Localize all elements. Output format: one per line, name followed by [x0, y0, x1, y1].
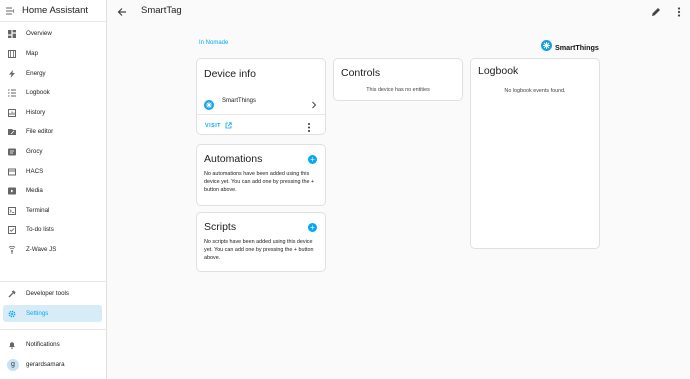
overview-icon	[7, 29, 16, 38]
sidebar-item-label: To-do lists	[26, 226, 54, 233]
visit-button[interactable]: VISIT	[205, 121, 232, 130]
device-info-card: Device info SmartThings VISIT	[196, 58, 326, 135]
automations-title: Automations	[204, 153, 263, 165]
card-divider	[197, 114, 325, 115]
device-info-title: Device info	[204, 68, 256, 80]
sidebar-item-label: Developer tools	[26, 290, 69, 297]
sidebar-item-label: History	[26, 109, 46, 116]
gear-icon	[7, 309, 16, 318]
pencil-icon[interactable]	[650, 5, 662, 17]
automations-card: Automations + No automations have been a…	[196, 144, 326, 206]
smartthings-logo: SmartThings	[541, 38, 599, 56]
sidebar-item-grocy[interactable]: Grocy	[3, 143, 102, 160]
file-editor-icon	[7, 127, 16, 136]
smartthings-icon	[204, 97, 214, 115]
todo-icon	[7, 225, 16, 234]
collapse-menu-icon[interactable]	[4, 5, 16, 17]
logbook-card: Logbook No logbook events found.	[470, 58, 600, 249]
sidebar-item-map[interactable]: Map	[3, 45, 102, 62]
controls-card: Controls This device has no entities	[333, 58, 463, 101]
map-icon	[7, 49, 16, 58]
bell-icon	[7, 340, 16, 349]
chevron-right-icon	[310, 97, 318, 115]
sidebar-item-hacs[interactable]: HACS	[3, 163, 102, 180]
sidebar-item-label: Z-Wave JS	[26, 246, 57, 253]
history-icon	[7, 108, 16, 117]
visit-label: VISIT	[205, 122, 221, 129]
sidebar-item-label: Notifications	[26, 341, 60, 348]
sidebar-item-developer-tools[interactable]: Developer tools	[3, 285, 102, 302]
scripts-title: Scripts	[204, 221, 237, 233]
sidebar-divider	[0, 281, 107, 282]
sidebar-item-label: File editor	[26, 128, 54, 135]
sidebar-item-overview[interactable]: Overview	[3, 25, 102, 42]
sidebar-item-label: Terminal	[26, 207, 50, 214]
sidebar-item-label: Overview	[26, 30, 52, 37]
area-link[interactable]: In Nomade	[199, 40, 228, 46]
brand-name: SmartThings	[555, 42, 599, 52]
logbook-empty-text: No logbook events found.	[504, 88, 566, 94]
sidebar-item-label: Media	[26, 187, 43, 194]
sidebar-item-media[interactable]: Media	[3, 182, 102, 199]
external-link-icon	[225, 122, 232, 129]
sidebar-item-profile[interactable]: g gerardsamara	[3, 356, 102, 373]
sidebar-item-zwave-js[interactable]: Z-Wave JS	[3, 241, 102, 258]
sidebar-item-todo-lists[interactable]: To-do lists	[3, 221, 102, 238]
more-vertical-icon[interactable]	[305, 120, 313, 138]
avatar: g	[7, 358, 19, 371]
sidebar: Home Assistant Overview Map Energy Logbo…	[0, 0, 107, 379]
sidebar-item-energy[interactable]: Energy	[3, 65, 102, 82]
sidebar-item-label: Logbook	[26, 89, 50, 96]
scripts-empty-text: No scripts have been added using this de…	[204, 239, 314, 262]
plus-icon: +	[310, 155, 315, 164]
sidebar-item-settings[interactable]: Settings	[3, 305, 102, 322]
sidebar-item-label: Energy	[26, 70, 46, 77]
sidebar-item-label: Settings	[26, 310, 49, 317]
sidebar-header: Home Assistant	[0, 0, 106, 22]
integration-row[interactable]: SmartThings	[197, 94, 325, 110]
page-title: SmartTag	[141, 5, 182, 16]
app-title: Home Assistant	[22, 5, 88, 16]
automations-empty-text: No automations have been added using thi…	[204, 171, 315, 194]
user-name: gerardsamara	[26, 361, 65, 368]
energy-icon	[7, 69, 16, 78]
terminal-icon	[7, 206, 16, 215]
top-bar: SmartTag	[108, 0, 690, 22]
sidebar-item-notifications[interactable]: Notifications	[3, 336, 102, 353]
sidebar-item-label: Grocy	[26, 148, 43, 155]
plus-icon: +	[310, 223, 315, 232]
sidebar-item-history[interactable]: History	[3, 104, 102, 121]
hammer-icon	[7, 289, 16, 298]
zwave-icon	[7, 245, 16, 254]
sidebar-item-logbook[interactable]: Logbook	[3, 84, 102, 101]
sidebar-item-file-editor[interactable]: File editor	[3, 123, 102, 140]
logbook-icon	[7, 88, 16, 97]
back-arrow-icon[interactable]	[116, 5, 128, 17]
scripts-card: Scripts + No scripts have been added usi…	[196, 212, 326, 272]
smartthings-icon	[541, 38, 552, 56]
controls-empty-text: This device has no entities	[366, 87, 430, 93]
sidebar-item-label: Map	[26, 50, 39, 57]
media-icon	[7, 186, 16, 195]
sidebar-divider	[0, 329, 107, 330]
add-script-button[interactable]: +	[308, 223, 317, 232]
hacs-icon	[7, 167, 16, 176]
logbook-title: Logbook	[478, 65, 519, 77]
sidebar-item-terminal[interactable]: Terminal	[3, 202, 102, 219]
integration-name: SmartThings	[222, 98, 257, 104]
grocy-icon	[7, 147, 16, 156]
more-vertical-icon[interactable]	[673, 5, 685, 17]
add-automation-button[interactable]: +	[308, 155, 317, 164]
sidebar-item-label: HACS	[26, 168, 44, 175]
controls-title: Controls	[341, 67, 381, 79]
